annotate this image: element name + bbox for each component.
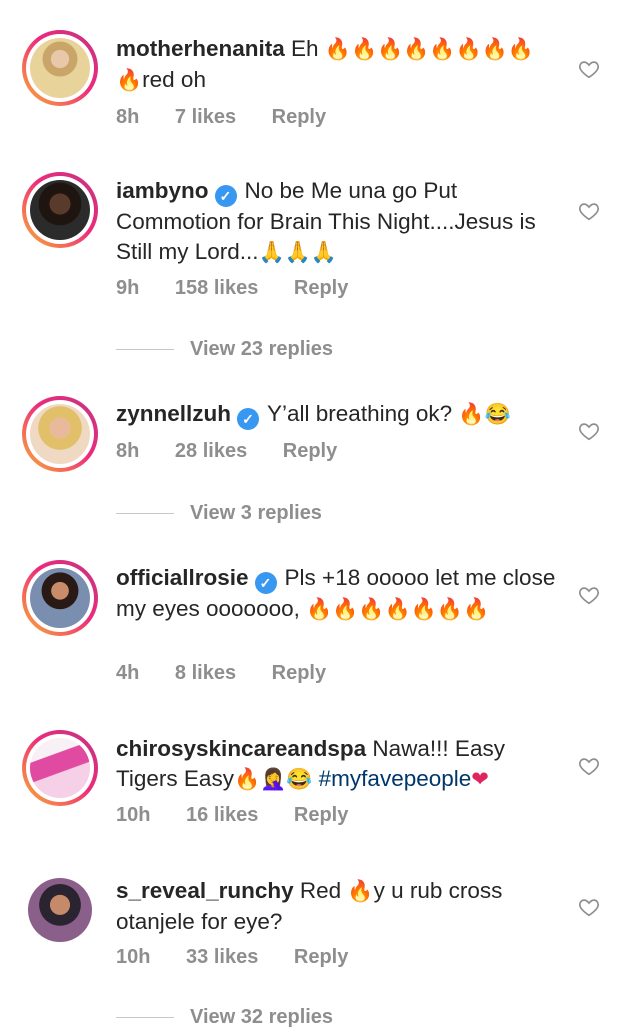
avatar-story-ring[interactable]: [22, 730, 98, 806]
heart-outline-icon[interactable]: [578, 420, 600, 442]
avatar-story-ring[interactable]: [22, 172, 98, 248]
view-replies-button[interactable]: View 32 replies: [116, 1006, 333, 1029]
avatar: [30, 404, 90, 464]
avatar: [30, 38, 90, 98]
comment-body: Y’all breathing ok?: [267, 401, 459, 426]
comment-body: Red: [299, 878, 348, 903]
avatar: [30, 738, 90, 798]
red-heart-emoji: ❤: [471, 768, 489, 791]
verified-badge-icon: ✓: [237, 408, 260, 430]
comment-username[interactable]: officiallrosie: [116, 565, 249, 590]
avatar[interactable]: [28, 878, 92, 942]
heart-outline-icon[interactable]: [578, 584, 600, 606]
comment-time: 8h: [116, 440, 140, 462]
pray-emoji: 🙏🙏🙏: [258, 241, 337, 264]
comment-text: chirosyskincareandspa Nawa!!! Easy Tiger…: [116, 734, 556, 795]
comment-text: motherhenanita Eh 🔥🔥🔥🔥🔥🔥🔥🔥🔥red oh: [116, 34, 556, 96]
comment-meta: 4h 8 likes Reply: [116, 662, 356, 685]
comment-username[interactable]: chirosyskincareandspa: [116, 736, 366, 761]
comment-time: 10h: [116, 804, 151, 826]
reply-button[interactable]: Reply: [283, 440, 337, 462]
comment-time: 4h: [116, 662, 140, 684]
reply-button[interactable]: Reply: [272, 106, 326, 128]
avatar: [30, 180, 90, 240]
reply-button[interactable]: Reply: [294, 946, 348, 968]
view-replies-button[interactable]: View 3 replies: [116, 502, 322, 525]
comment-body-end: red oh: [142, 67, 206, 92]
comment-username[interactable]: motherhenanita: [116, 36, 285, 61]
fire-laugh-emoji: 🔥😂: [458, 403, 511, 426]
comment-meta: 8h 28 likes Reply: [116, 440, 367, 463]
comment-likes[interactable]: 8 likes: [175, 662, 236, 684]
comment-username[interactable]: s_reveal_runchy: [116, 878, 294, 903]
comment-time: 10h: [116, 946, 151, 968]
avatar: [30, 568, 90, 628]
heart-outline-icon[interactable]: [578, 755, 600, 777]
fire-emoji: 🔥🔥🔥🔥🔥🔥🔥: [306, 598, 490, 621]
comment-meta: 10h 33 likes Reply: [116, 946, 378, 969]
comment-likes[interactable]: 7 likes: [175, 106, 236, 128]
reply-button[interactable]: Reply: [272, 662, 326, 684]
comment-text: s_reveal_runchy Red 🔥y u rub cross otanj…: [116, 876, 556, 937]
avatar-story-ring[interactable]: [22, 30, 98, 106]
fire-facepalm-laugh-emoji: 🔥🤦‍♀️😂: [233, 768, 313, 791]
comment-text: iambyno ✓ No be Me una go Put Commotion fo…: [116, 176, 556, 268]
heart-outline-icon[interactable]: [578, 58, 600, 80]
comment-meta: 9h 158 likes Reply: [116, 277, 378, 300]
heart-outline-icon[interactable]: [578, 200, 600, 222]
comment-text: zynnellzuh ✓ Y’all breathing ok? 🔥😂: [116, 399, 556, 430]
verified-badge-icon: ✓: [254, 572, 277, 594]
comment-meta: 10h 16 likes Reply: [116, 804, 378, 827]
view-replies-button[interactable]: View 23 replies: [116, 338, 333, 361]
comment-likes[interactable]: 158 likes: [175, 277, 258, 299]
avatar-story-ring[interactable]: [22, 396, 98, 472]
comment-likes[interactable]: 16 likes: [186, 804, 258, 826]
comment-meta: 8h 7 likes Reply: [116, 106, 356, 129]
comment-likes[interactable]: 33 likes: [186, 946, 258, 968]
comment-username[interactable]: iambyno: [116, 178, 209, 203]
comment-time: 9h: [116, 277, 140, 299]
verified-badge-icon: ✓: [214, 185, 237, 207]
comment-body: Eh: [291, 36, 325, 61]
comment-likes[interactable]: 28 likes: [175, 440, 247, 462]
comment-username[interactable]: zynnellzuh: [116, 401, 231, 426]
fire-emoji: 🔥: [347, 880, 374, 903]
avatar-story-ring[interactable]: [22, 560, 98, 636]
reply-button[interactable]: Reply: [294, 277, 348, 299]
reply-button[interactable]: Reply: [294, 804, 348, 826]
comment-text: officiallrosie ✓ Pls +18 ooooo let me clos…: [116, 563, 556, 625]
hashtag-link[interactable]: #myfavepeople: [319, 766, 472, 791]
heart-outline-icon[interactable]: [578, 896, 600, 918]
comment-time: 8h: [116, 106, 140, 128]
